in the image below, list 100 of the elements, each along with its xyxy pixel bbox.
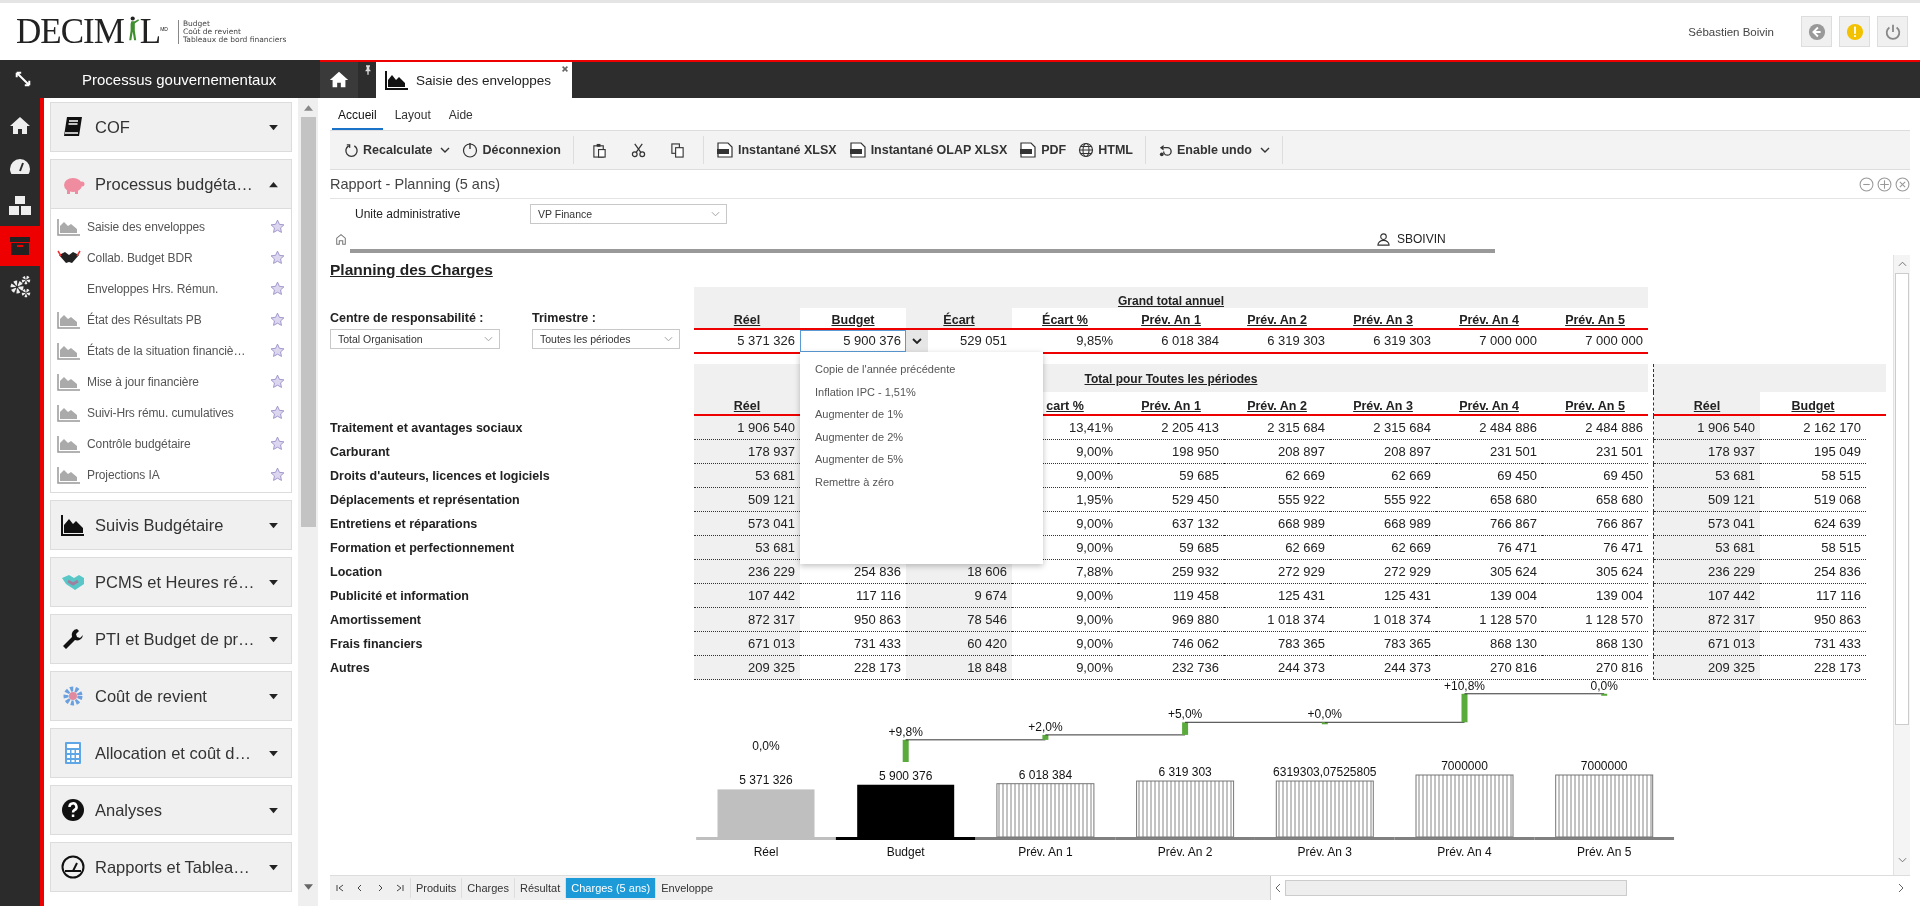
scrollbar-thumb[interactable] bbox=[300, 117, 316, 527]
unit-dropdown[interactable]: VP Finance bbox=[530, 204, 727, 224]
star-icon[interactable] bbox=[270, 405, 285, 420]
menu-group-label: PCMS et Heures ré… bbox=[95, 572, 256, 592]
star-icon[interactable] bbox=[270, 343, 285, 358]
sidebar-item[interactable]: Suivi-Hrs rému. cumulatives bbox=[51, 397, 291, 428]
row-label: Autres bbox=[330, 660, 371, 677]
table-cell: 244 373 bbox=[1278, 660, 1325, 675]
back-button[interactable] bbox=[1801, 16, 1832, 47]
undo-icon bbox=[1157, 142, 1173, 158]
export-pdf-button[interactable]: PDF bbox=[1019, 142, 1067, 158]
ribbon-tab[interactable]: Layout bbox=[388, 108, 437, 130]
sidebar-item[interactable]: Enveloppes Hrs. Rémun. bbox=[51, 273, 291, 304]
expand-icon[interactable] bbox=[14, 70, 32, 88]
menu-group-header[interactable]: Processus budgéta… bbox=[50, 159, 292, 208]
scrollbar-thumb[interactable] bbox=[1285, 880, 1627, 896]
globe-icon bbox=[1078, 142, 1095, 158]
dropdown-button[interactable] bbox=[906, 330, 928, 352]
menu-group-header[interactable]: Rapports et Tablea… bbox=[50, 842, 292, 892]
star-icon[interactable] bbox=[270, 281, 285, 296]
menu-group-label: PTI et Budget de pr… bbox=[95, 629, 256, 649]
sidebar-item[interactable]: État des Résultats PB bbox=[51, 304, 291, 335]
cubes-icon bbox=[8, 194, 32, 218]
chevron-down-icon bbox=[711, 211, 720, 217]
filter-dropdown[interactable]: Toutes les périodes bbox=[532, 329, 680, 349]
star-icon[interactable] bbox=[270, 374, 285, 389]
sidebar-item[interactable]: Saisie des enveloppes bbox=[51, 211, 291, 242]
table-cell: 125 431 bbox=[1278, 588, 1325, 603]
percent-label: +0,0% bbox=[1307, 707, 1342, 722]
scroll-down-icon[interactable] bbox=[1897, 857, 1907, 863]
scroll-left-icon[interactable] bbox=[1275, 883, 1281, 893]
menu-group-header[interactable]: Suivis Budgétaire bbox=[50, 500, 292, 550]
home-icon[interactable] bbox=[335, 233, 347, 245]
menu-item[interactable]: Copie de l'année précédente bbox=[800, 358, 1043, 381]
document-tab[interactable]: Saisie des enveloppes bbox=[376, 62, 572, 98]
minimize-icon[interactable] bbox=[1859, 176, 1874, 192]
sheet-tab[interactable]: Produits bbox=[410, 878, 462, 898]
pin-icon[interactable] bbox=[364, 64, 372, 76]
menu-group-header[interactable]: Coût de revient bbox=[50, 671, 292, 721]
table-cell: 236 229 bbox=[1708, 564, 1755, 579]
first-page-icon[interactable] bbox=[335, 883, 345, 893]
menu-group-header[interactable]: PCMS et Heures ré… bbox=[50, 557, 292, 607]
menu-group-header[interactable]: Analyses bbox=[50, 785, 292, 835]
star-icon[interactable] bbox=[270, 250, 285, 265]
export-html-button[interactable]: HTML bbox=[1078, 142, 1133, 158]
table-cell[interactable]: 5 900 376 bbox=[800, 330, 906, 352]
sidebar-item[interactable]: Projections IA bbox=[51, 459, 291, 490]
filter-dropdown[interactable]: Total Organisation bbox=[330, 329, 500, 349]
copy-icon[interactable] bbox=[670, 142, 685, 158]
user-code: SBOIVIN bbox=[1397, 232, 1446, 246]
cut-icon[interactable] bbox=[631, 142, 646, 158]
menu-group-header[interactable]: Allocation et coût d… bbox=[50, 728, 292, 778]
scroll-up-icon[interactable] bbox=[303, 105, 313, 111]
maximize-icon[interactable] bbox=[1877, 176, 1892, 192]
sidebar-item-label: Mise à jour financière bbox=[87, 374, 200, 389]
scroll-down-icon[interactable] bbox=[303, 884, 313, 890]
sidebar-item[interactable]: Collab. Budget BDR bbox=[51, 242, 291, 273]
chevron-down-icon[interactable] bbox=[1259, 147, 1270, 153]
scroll-up-icon[interactable] bbox=[1897, 261, 1907, 267]
star-icon[interactable] bbox=[270, 219, 285, 234]
sidebar-item[interactable]: Contrôle budgétaire bbox=[51, 428, 291, 459]
logo-text: DECIM bbox=[16, 14, 124, 49]
home-tab[interactable] bbox=[320, 62, 358, 98]
export-xlsx-button[interactable]: Instantané XLSX bbox=[716, 142, 837, 158]
menu-item[interactable]: Augmenter de 2% bbox=[800, 425, 1043, 448]
sidebar-item[interactable]: Mise à jour financière bbox=[51, 366, 291, 397]
sheet-tab[interactable]: Enveloppe bbox=[655, 878, 719, 898]
scroll-right-icon[interactable] bbox=[1898, 883, 1904, 893]
row-label: Publicité et information bbox=[330, 588, 470, 605]
logout-button[interactable]: Déconnexion bbox=[462, 142, 561, 158]
paste-icon[interactable] bbox=[592, 142, 607, 158]
ribbon-tab[interactable]: Aide bbox=[442, 108, 479, 130]
star-icon[interactable] bbox=[270, 312, 285, 327]
menu-item[interactable]: Inflation IPC - 1,51% bbox=[800, 380, 1043, 403]
table-cell: 125 431 bbox=[1384, 588, 1431, 603]
sidebar-item[interactable]: États de la situation financiè… bbox=[51, 335, 291, 366]
table-cell: 9,00% bbox=[1076, 516, 1113, 531]
star-icon[interactable] bbox=[270, 467, 285, 482]
power-button[interactable] bbox=[1877, 16, 1908, 47]
menu-item[interactable]: Augmenter de 1% bbox=[800, 403, 1043, 426]
menu-group-header[interactable]: PTI et Budget de pr… bbox=[50, 614, 292, 664]
table-cell: 969 880 bbox=[1172, 612, 1219, 627]
menu-group-header[interactable]: COF bbox=[50, 102, 292, 152]
star-icon[interactable] bbox=[270, 436, 285, 451]
menu-item[interactable]: Remettre à zéro bbox=[800, 470, 1043, 493]
sheet-tab[interactable]: Charges bbox=[461, 878, 514, 898]
chevron-down-icon[interactable] bbox=[440, 147, 451, 153]
table-cell: 783 365 bbox=[1278, 636, 1325, 651]
close-icon[interactable] bbox=[561, 65, 569, 73]
undo-button[interactable]: Enable undo bbox=[1157, 142, 1252, 158]
last-page-icon[interactable] bbox=[395, 883, 405, 893]
export-olap-button[interactable]: Instantané OLAP XLSX bbox=[848, 142, 1008, 158]
menu-item[interactable]: Augmenter de 5% bbox=[800, 448, 1043, 471]
recalculate-button[interactable]: Recalculate bbox=[344, 142, 433, 158]
row-label: Déplacements et représentation bbox=[330, 492, 521, 509]
column-header: Prév. An 2 bbox=[1247, 313, 1307, 327]
scrollbar-thumb[interactable] bbox=[1895, 273, 1909, 725]
table-cell: 259 932 bbox=[1172, 564, 1219, 579]
close-icon[interactable] bbox=[1895, 176, 1910, 192]
menu-group-label: Allocation et coût d… bbox=[95, 743, 252, 763]
